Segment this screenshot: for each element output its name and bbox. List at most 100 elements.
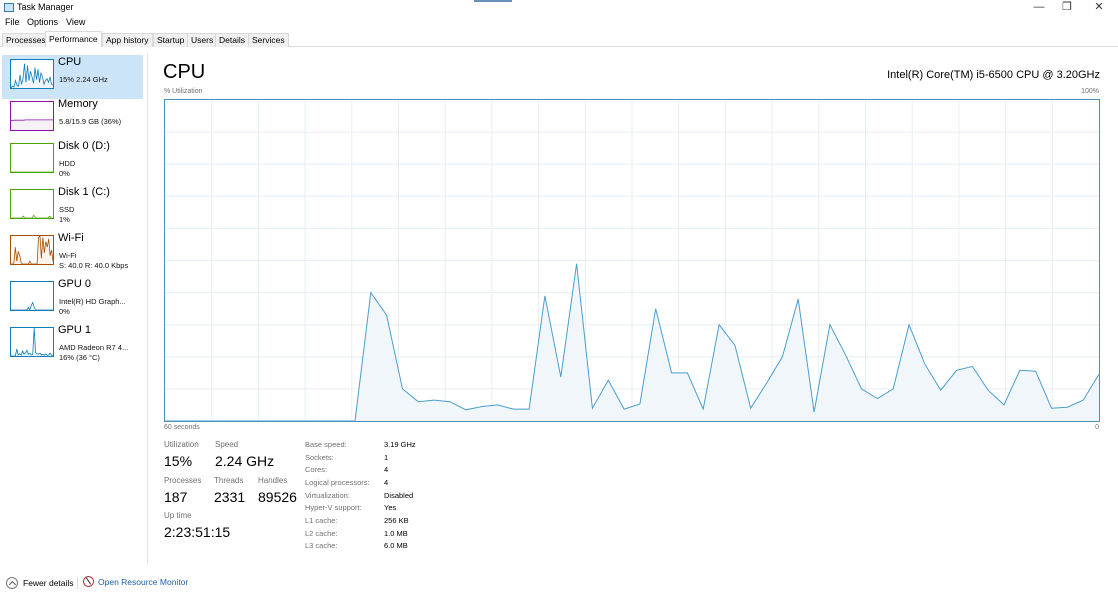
sidebar-item-gpu0[interactable]: GPU 0 Intel(R) HD Graph... 0% <box>2 277 143 321</box>
handles-label: Handles <box>258 476 288 485</box>
sidebar-item-detail: 15% 2.24 GHz <box>59 75 108 84</box>
utilization-value: 15% <box>164 453 193 469</box>
graph-y-label: % Utilization <box>164 88 203 95</box>
tab-processes[interactable]: Processes <box>2 33 50 47</box>
spec-label: L2 cache: <box>305 529 338 538</box>
footer-divider <box>77 577 78 589</box>
sidebar-item-label: GPU 0 <box>58 278 92 290</box>
close-button[interactable]: ✕ <box>1080 0 1118 16</box>
sidebar-item-detail: AMD Radeon R7 4... <box>59 343 129 352</box>
sidebar-item-detail-2: 0% <box>59 307 70 316</box>
spec-value: 6.0 MB <box>384 541 408 550</box>
spec-value: 4 <box>384 465 389 474</box>
handles-value: 89526 <box>258 489 297 505</box>
wifi-sparkline <box>10 235 54 265</box>
sidebar-item-cpu[interactable]: CPU 15% 2.24 GHz <box>2 55 143 99</box>
spec-value: 1 <box>384 453 389 462</box>
open-resource-monitor-label: Open Resource Monitor <box>98 576 189 587</box>
graph-max-label: 100% <box>1081 88 1099 95</box>
tab-startup[interactable]: Startup <box>153 33 189 47</box>
spec-value: Yes <box>384 503 397 512</box>
tab-users[interactable]: Users <box>187 33 218 47</box>
utilization-label: Utilization <box>164 440 199 449</box>
threads-value: 2331 <box>214 489 246 505</box>
sidebar-item-memory[interactable]: Memory 5.8/15.9 GB (36%) <box>2 97 143 141</box>
menu-bar: File Options View <box>0 16 1118 30</box>
window-title: Task Manager <box>17 2 74 12</box>
sparkline-line <box>11 214 53 219</box>
resource-sidebar: CPU 15% 2.24 GHz Memory 5.8/15.9 GB (36%… <box>0 53 148 565</box>
tab-app-history[interactable]: App history <box>102 33 153 47</box>
spec-label: L3 cache: <box>305 541 338 550</box>
graph-x-label: 60 seconds <box>164 424 200 431</box>
spec-value: 256 KB <box>384 516 409 525</box>
disk1-sparkline <box>10 189 54 219</box>
uptime-label: Up time <box>164 511 192 520</box>
sparkline-border <box>10 143 54 173</box>
sidebar-item-detail-2: 16% (36 °C) <box>59 353 100 362</box>
tab-services[interactable]: Services <box>248 33 289 47</box>
title-accent-bar <box>474 0 512 2</box>
spec-value: 1.0 MB <box>384 529 408 538</box>
spec-label: Virtualization: <box>305 491 350 500</box>
resource-monitor-icon <box>83 576 94 587</box>
tab-performance[interactable]: Performance <box>45 31 102 47</box>
cpu-panel: CPU Intel(R) Core(TM) i5-6500 CPU @ 3.20… <box>150 53 1118 565</box>
sidebar-item-label: Disk 0 (D:) <box>58 140 110 152</box>
fewer-details-label: Fewer details <box>23 578 74 588</box>
sidebar-item-disk0[interactable]: Disk 0 (D:) HDD 0% <box>2 139 143 183</box>
threads-label: Threads <box>214 476 244 485</box>
sidebar-item-wifi[interactable]: Wi-Fi Wi-Fi S: 40.0 R: 40.0 Kbps <box>2 231 143 275</box>
cpu-sparkline <box>10 59 54 89</box>
sidebar-item-label: Memory <box>58 98 98 110</box>
spec-label: Hyper-V support: <box>305 503 362 512</box>
memory-sparkline <box>10 101 54 131</box>
menu-view[interactable]: View <box>66 17 85 27</box>
sidebar-item-detail: Intel(R) HD Graph... <box>59 297 126 306</box>
sidebar-item-detail: HDD <box>59 159 76 168</box>
sparkline-border <box>10 189 54 219</box>
sidebar-item-detail-2: 1% <box>59 215 70 224</box>
tab-bar: Processes Performance App history Startu… <box>0 31 1118 47</box>
gpu0-sparkline <box>10 281 54 311</box>
sidebar-item-label: CPU <box>58 56 82 68</box>
title-bar: Task Manager — ❐ ✕ <box>0 0 1118 16</box>
spec-value: 3.19 GHz <box>384 440 416 449</box>
spec-label: Logical processors: <box>305 478 370 487</box>
sidebar-item-disk1[interactable]: Disk 1 (C:) SSD 1% <box>2 185 143 229</box>
sidebar-item-detail: SSD <box>59 205 75 214</box>
graph-min-label: 0 <box>1095 424 1099 431</box>
spec-value: 4 <box>384 478 389 487</box>
speed-label: Speed <box>215 440 239 449</box>
sidebar-item-detail: 5.8/15.9 GB (36%) <box>59 117 122 126</box>
sparkline-area <box>11 119 53 130</box>
spec-label: Base speed: <box>305 440 347 449</box>
sidebar-item-label: Wi-Fi <box>58 232 84 244</box>
spec-label: Cores: <box>305 465 328 474</box>
menu-file[interactable]: File <box>5 17 20 27</box>
page-title: CPU <box>163 61 206 83</box>
disk0-sparkline <box>10 143 54 173</box>
tab-details[interactable]: Details <box>215 33 249 47</box>
spec-label: L1 cache: <box>305 516 338 525</box>
chevron-up-icon <box>6 577 18 589</box>
sidebar-item-gpu1[interactable]: GPU 1 AMD Radeon R7 4... 16% (36 °C) <box>2 323 143 367</box>
footer: Fewer details Open Resource Monitor <box>0 574 1118 594</box>
processes-label: Processes <box>164 476 202 485</box>
uptime-value: 2:23:51:15 <box>164 524 231 540</box>
sidebar-item-detail: Wi-Fi <box>59 251 77 260</box>
gpu1-sparkline <box>10 327 54 357</box>
processes-value: 187 <box>164 489 188 505</box>
menu-options[interactable]: Options <box>27 17 58 27</box>
speed-value: 2.24 GHz <box>215 453 275 469</box>
spec-value: Disabled <box>384 491 414 500</box>
open-resource-monitor-link[interactable]: Open Resource Monitor <box>83 576 188 587</box>
sparkline-line <box>11 327 54 357</box>
cpu-model-name: Intel(R) Core(TM) i5-6500 CPU @ 3.20GHz <box>887 69 1100 81</box>
task-manager-icon <box>4 3 14 12</box>
cpu-utilization-graph <box>164 99 1100 422</box>
spec-label: Sockets: <box>305 453 334 462</box>
fewer-details-button[interactable]: Fewer details <box>6 576 74 590</box>
sidebar-item-detail-2: 0% <box>59 169 70 178</box>
sidebar-item-detail-2: S: 40.0 R: 40.0 Kbps <box>59 261 129 270</box>
